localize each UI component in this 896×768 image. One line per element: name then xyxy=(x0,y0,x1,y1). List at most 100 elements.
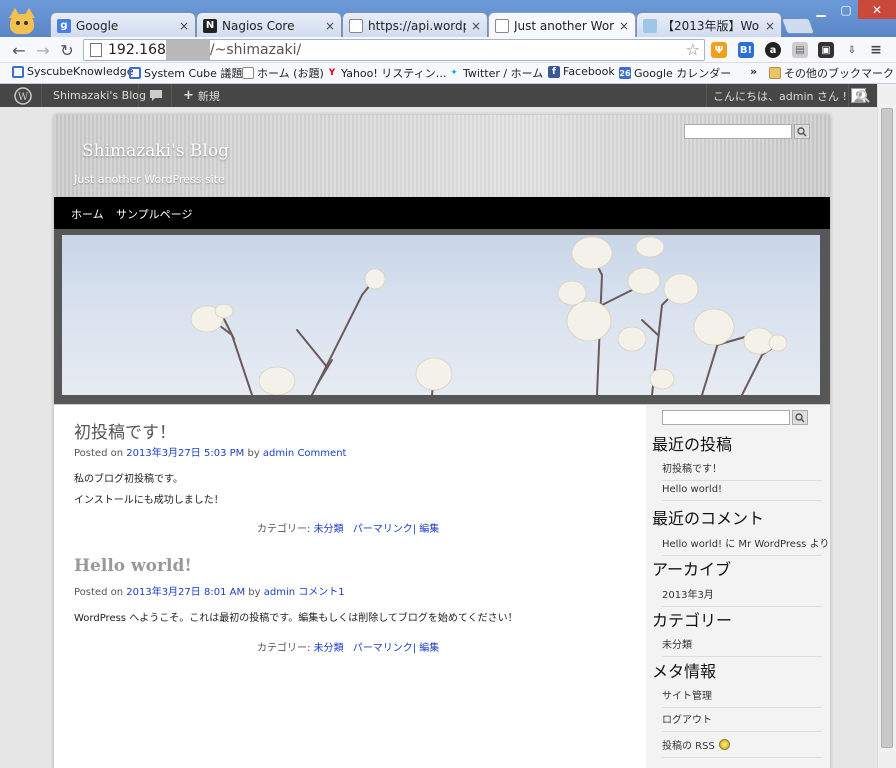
widget-title-recent-comments: 最近のコメント xyxy=(652,509,765,528)
nav-item-sample-page[interactable]: サンプルページ xyxy=(116,206,192,222)
reload-icon[interactable]: ↻ xyxy=(58,41,76,60)
google-icon: g xyxy=(57,18,71,33)
bookmark-system-cube[interactable]: System Cube 議題 xyxy=(129,65,242,81)
overflow-label: » xyxy=(750,65,758,78)
site-description: Just another WordPress site xyxy=(74,173,225,186)
main-navigation: ホーム サンプルページ xyxy=(54,197,830,229)
meta-site-admin-link[interactable]: サイト管理 xyxy=(662,687,822,708)
feed-icon[interactable]: ▤ xyxy=(792,42,808,58)
window-close-icon[interactable]: ✕ xyxy=(858,0,896,19)
admin-bar-new-button[interactable]: + 新規 xyxy=(183,84,220,107)
recent-post-link[interactable]: Hello world! xyxy=(662,484,822,501)
address-path: /~shimazaki/ xyxy=(209,42,302,58)
post-comments-link[interactable]: Comment xyxy=(297,448,346,459)
bookmark-label: その他のブックマーク xyxy=(784,67,894,80)
header-search-input[interactable] xyxy=(684,124,792,139)
bookmark-facebook[interactable]: f Facebook xyxy=(548,65,615,78)
forward-icon[interactable]: → xyxy=(34,41,52,60)
post-author-link[interactable]: admin xyxy=(263,448,294,459)
category-link[interactable]: 未分類 xyxy=(314,643,344,654)
maximize-icon[interactable]: ▢ xyxy=(834,0,858,19)
header-search-button[interactable] xyxy=(794,124,810,139)
back-icon[interactable]: ← xyxy=(10,41,28,60)
post-date-link[interactable]: 2013年3月27日 8:01 AM xyxy=(126,587,245,598)
scrollbar-thumb[interactable] xyxy=(881,108,893,748)
bookmark-label: Google カレンダー xyxy=(634,67,732,80)
admin-bar-site-name[interactable]: Shimazaki's Blog xyxy=(53,84,146,107)
post-date-link[interactable]: 2013年3月27日 5:03 PM xyxy=(126,448,244,459)
permalink-link[interactable]: パーマリンク xyxy=(353,524,413,535)
bookmark-syscube-knowledge[interactable]: SyscubeKnowledge xyxy=(12,65,133,78)
recent-comment-link[interactable]: Hello world! に Mr WordPress より xyxy=(662,535,829,556)
bookmark-twitter[interactable]: ✦ Twitter / ホーム xyxy=(448,65,543,81)
yahoo-icon: Y xyxy=(328,68,336,78)
wordpress-logo-icon[interactable]: W xyxy=(14,84,32,107)
post-title[interactable]: 初投稿です！ xyxy=(74,418,176,443)
category-link[interactable]: 未分類 xyxy=(662,636,822,657)
print-icon[interactable]: ⇩ xyxy=(844,42,860,58)
admin-bar-account[interactable]: こんにちは、admin さん ! xyxy=(713,84,866,107)
archive-link[interactable]: 2013年3月 xyxy=(662,586,822,607)
bookmark-star-icon[interactable]: ☆ xyxy=(686,40,700,59)
magnolia-header-image xyxy=(62,235,820,395)
comments-icon[interactable] xyxy=(149,84,163,107)
screenshot-icon[interactable]: ▣ xyxy=(818,42,834,58)
sidebar-search-input[interactable] xyxy=(662,410,790,425)
tab-google[interactable]: g Google × xyxy=(50,12,196,38)
close-icon[interactable]: × xyxy=(471,19,481,33)
bookmarks-overflow-button[interactable]: » xyxy=(750,65,757,78)
nagios-icon: N xyxy=(203,18,217,33)
toolbox-icon[interactable]: Ψ xyxy=(711,42,727,58)
site-name-label: Shimazaki's Blog xyxy=(53,89,146,102)
page-scrollbar[interactable] xyxy=(877,84,896,768)
close-icon[interactable]: × xyxy=(325,19,335,33)
site-icon xyxy=(12,65,24,78)
post-author-link[interactable]: admin xyxy=(264,587,295,598)
category-label: カテゴリー: xyxy=(257,643,311,654)
edit-link[interactable]: | 編集 xyxy=(413,524,440,535)
close-icon[interactable]: × xyxy=(765,19,775,33)
page-icon xyxy=(242,67,254,79)
evernote-icon[interactable]: a xyxy=(765,42,781,58)
tab-2013-wordpress[interactable]: 【2013年版】WordPre × xyxy=(636,12,782,38)
bookmark-label: ホーム (お題) xyxy=(257,67,324,80)
calendar-icon: 26 xyxy=(619,67,631,79)
nav-item-home[interactable]: ホーム xyxy=(71,206,104,222)
menu-icon[interactable]: ≡ xyxy=(868,42,884,58)
minimize-icon[interactable]: ▁ xyxy=(808,0,834,19)
puzzle-icon xyxy=(643,18,657,33)
tab-active-wordpress[interactable]: Just another WordPre × xyxy=(488,12,636,39)
category-link[interactable]: 未分類 xyxy=(314,524,344,535)
meta-logout-link[interactable]: ログアウト xyxy=(662,711,822,732)
bookmark-yahoo-listing[interactable]: Y Yahoo! リスティン… xyxy=(326,65,447,81)
admin-bar-search-icon[interactable] xyxy=(856,84,870,107)
post-title[interactable]: Hello world! xyxy=(74,556,192,576)
new-tab-button[interactable] xyxy=(781,18,815,34)
permalink-link[interactable]: パーマリンク xyxy=(353,643,413,654)
bookmark-google-calendar[interactable]: 26 Google カレンダー xyxy=(619,65,731,81)
post-time: 5:03 PM xyxy=(203,448,245,459)
post-comments-link[interactable]: コメント1 xyxy=(298,587,344,598)
other-bookmarks-folder[interactable]: その他のブックマーク xyxy=(769,65,894,81)
post-meta: Posted on 2013年3月27日 8:01 AM by admin コメ… xyxy=(74,583,345,598)
site-title[interactable]: Shimazaki's Blog xyxy=(82,141,229,161)
close-icon[interactable]: × xyxy=(619,19,629,33)
tab-nagios[interactable]: N Nagios Core × xyxy=(196,12,342,38)
address-bar[interactable]: 192.168 /~shimazaki/ ☆ xyxy=(83,39,705,61)
hatena-bookmark-icon[interactable]: B! xyxy=(738,42,754,58)
meta-rss-link[interactable]: 投稿の RSS xyxy=(662,737,822,758)
search-icon xyxy=(797,126,807,136)
bookmark-home-odai[interactable]: ホーム (お題) xyxy=(242,65,324,81)
tab-api-wordpress[interactable]: https://api.wordpress × xyxy=(342,12,488,38)
category-label: カテゴリー: xyxy=(257,524,311,535)
recent-post-link[interactable]: 初投稿です！ xyxy=(662,460,822,481)
post-footer: カテゴリー: 未分類 パーマリンク| 編集 xyxy=(257,520,439,535)
redacted-address-block xyxy=(165,40,210,60)
posted-on-label: Posted on xyxy=(74,448,124,459)
post-date: 2013年3月27日 xyxy=(126,448,201,459)
browser-toolbar: ← → ↻ 192.168 /~shimazaki/ ☆ Ψ B! a ▤ ▣ … xyxy=(0,37,896,63)
folder-icon xyxy=(769,67,781,79)
sidebar-search-button[interactable] xyxy=(792,410,808,425)
close-icon[interactable]: × xyxy=(179,19,189,33)
edit-link[interactable]: | 編集 xyxy=(413,643,440,654)
